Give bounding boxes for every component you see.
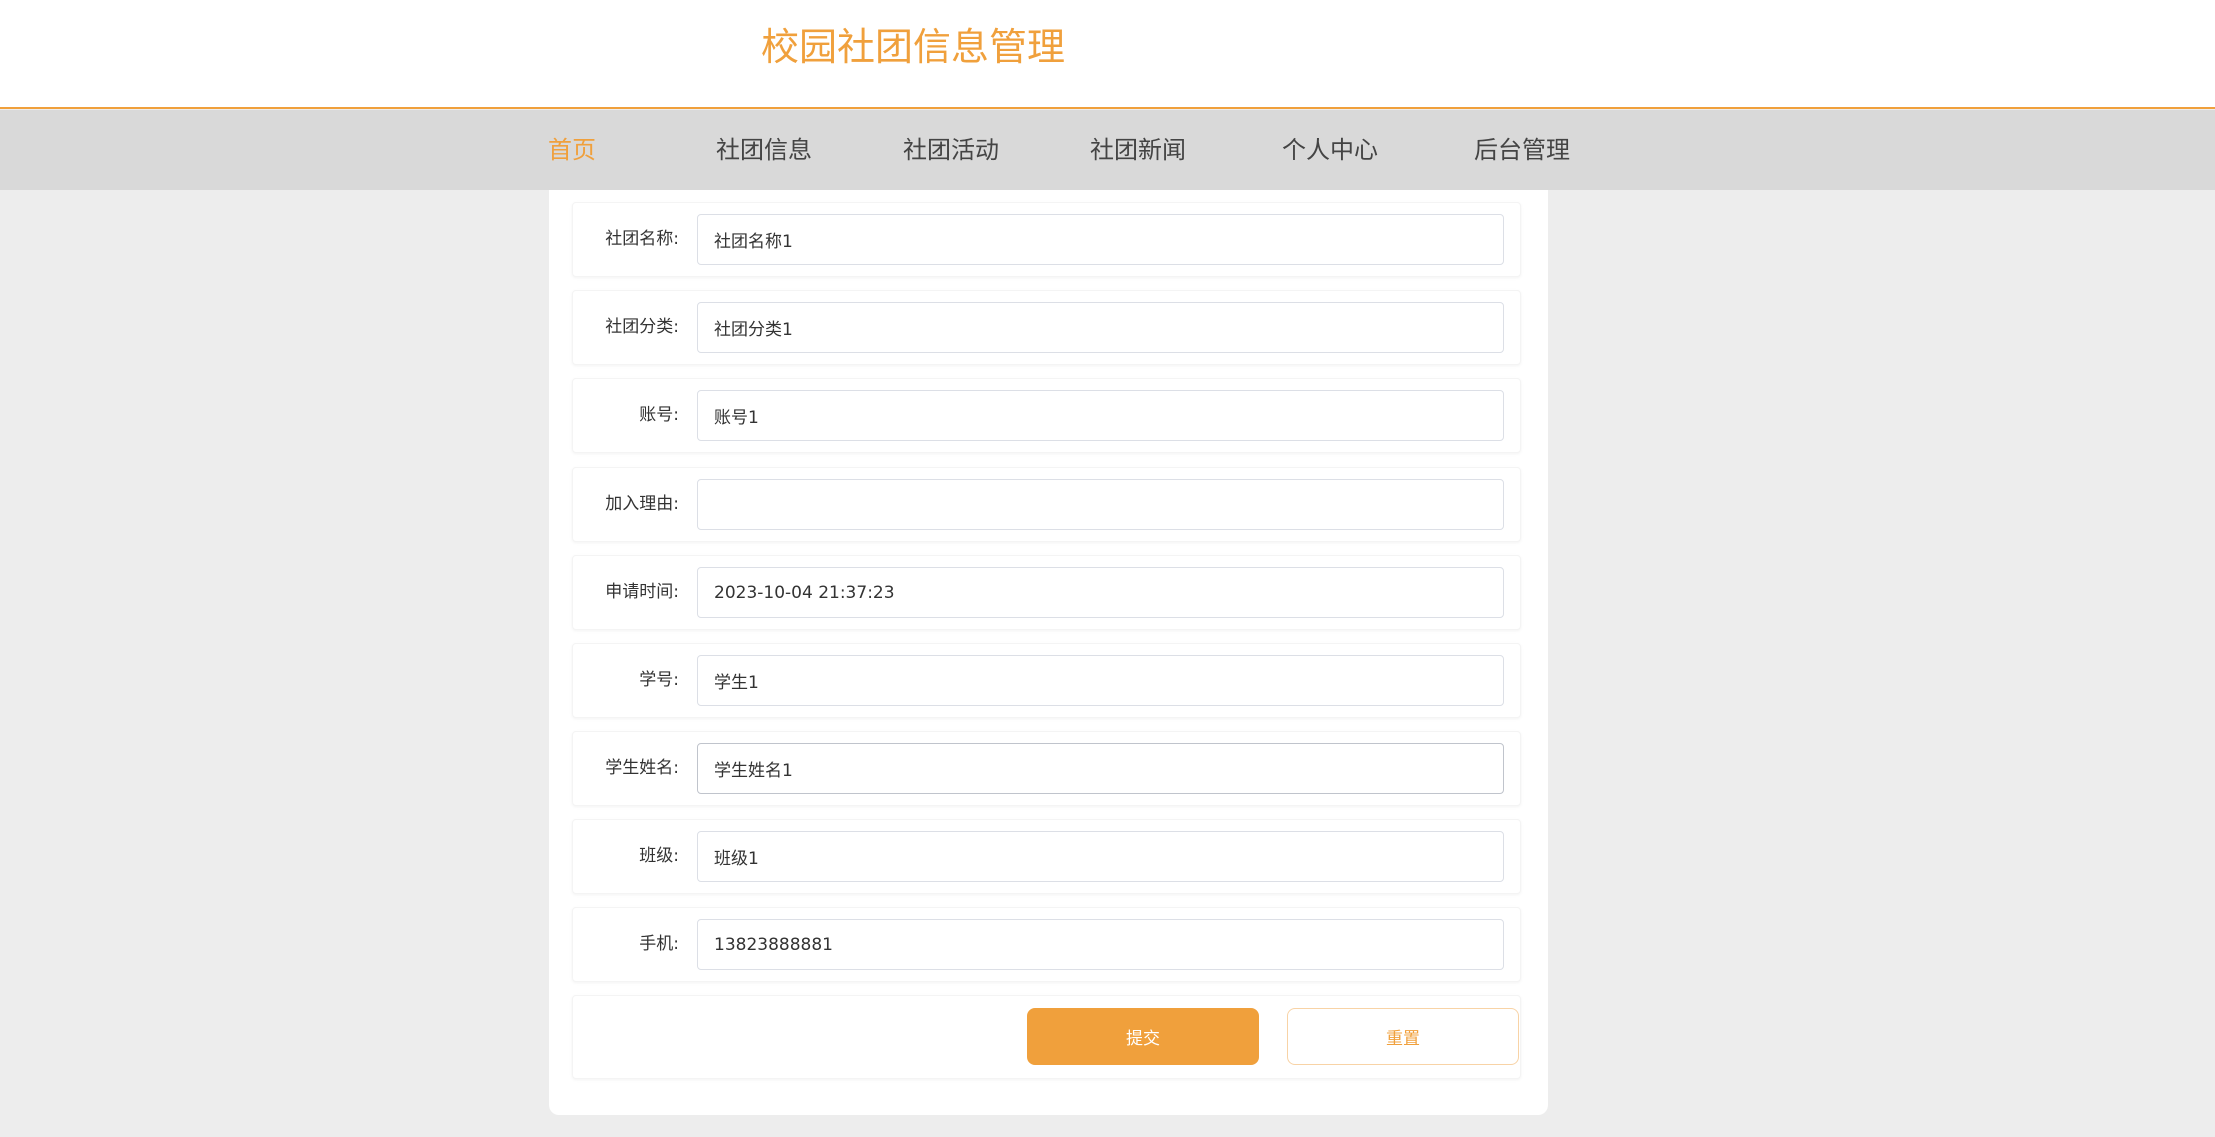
account-input[interactable]	[697, 390, 1504, 441]
form-row-phone: 手机:	[572, 907, 1521, 982]
form-row-club-category: 社团分类:	[572, 290, 1521, 365]
club-name-label: 社团名称:	[605, 229, 679, 249]
site-title: 校园社团信息管理	[761, 25, 1066, 69]
join-reason-input[interactable]	[697, 479, 1504, 530]
nav-item-personal-center[interactable]: 个人中心	[1266, 110, 1394, 190]
phone-input[interactable]	[697, 919, 1504, 970]
site-header: 校园社团信息管理	[0, 0, 2215, 109]
form-row-apply-time: 申请时间:	[572, 555, 1521, 630]
nav-item-club-news[interactable]: 社团新闻	[1074, 110, 1202, 190]
class-label: 班级:	[639, 846, 679, 866]
club-name-input[interactable]	[697, 214, 1504, 265]
apply-time-label: 申请时间:	[605, 582, 679, 602]
club-category-input[interactable]	[697, 302, 1504, 353]
student-id-input[interactable]	[697, 655, 1504, 706]
submit-button[interactable]: 提交	[1027, 1008, 1259, 1065]
apply-time-input[interactable]	[697, 567, 1504, 618]
student-id-label: 学号:	[639, 670, 679, 690]
form-row-class: 班级:	[572, 819, 1521, 894]
application-form-card: 社团名称: 社团分类: 账号: 加入理由: 申请时间: 学号: 学生姓名: 班级…	[549, 190, 1548, 1115]
form-row-account: 账号:	[572, 378, 1521, 453]
club-category-label: 社团分类:	[605, 317, 679, 337]
join-reason-label: 加入理由:	[605, 494, 679, 514]
reset-button[interactable]: 重置	[1287, 1008, 1519, 1065]
phone-label: 手机:	[639, 934, 679, 954]
form-row-student-id: 学号:	[572, 643, 1521, 718]
student-name-input[interactable]	[697, 743, 1504, 794]
nav-item-admin[interactable]: 后台管理	[1458, 110, 1586, 190]
student-name-label: 学生姓名:	[605, 758, 679, 778]
form-actions: 提交 重置	[572, 995, 1521, 1079]
form-row-join-reason: 加入理由:	[572, 467, 1521, 542]
class-input[interactable]	[697, 831, 1504, 882]
main-nav: 首页 社团信息 社团活动 社团新闻 个人中心 后台管理	[0, 110, 2215, 190]
nav-item-club-activities[interactable]: 社团活动	[887, 110, 1015, 190]
form-row-student-name: 学生姓名:	[572, 731, 1521, 806]
account-label: 账号:	[639, 405, 679, 425]
form-row-club-name: 社团名称:	[572, 202, 1521, 277]
nav-item-home[interactable]: 首页	[522, 110, 622, 190]
nav-item-club-info[interactable]: 社团信息	[700, 110, 828, 190]
